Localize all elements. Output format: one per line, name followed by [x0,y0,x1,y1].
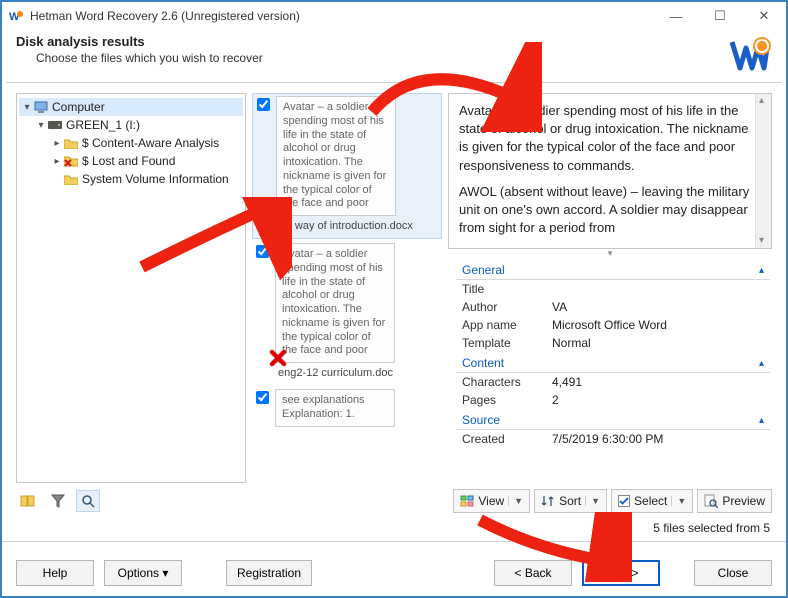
window-title: Hetman Word Recovery 2.6 (Unregistered v… [30,9,654,23]
tree-node-sysvol[interactable]: System Volume Information [19,170,243,188]
prop-template: TemplateNormal [456,334,770,352]
file-checkbox[interactable] [256,391,269,404]
folder-tree[interactable]: ▾ Computer ▾ GREEN_1 (I:) ▸ $ Content-Aw… [16,93,246,483]
preview-icon [704,494,718,508]
splitter-handle[interactable]: ▾ [448,249,772,257]
close-button[interactable]: Close [694,560,772,586]
status-text: 5 files selected from 5 [2,515,786,537]
thumbnail-text: Avatar – a soldier spending most of his … [283,101,386,209]
view-icon [460,495,474,507]
app-logo-icon [728,34,772,74]
file-checkbox[interactable] [256,245,269,258]
file-item[interactable]: Avatar – a soldier spending most of his … [252,93,442,239]
deleted-overlay-icon [271,203,287,219]
section-source[interactable]: Source▴ [456,409,770,430]
button-label: View [478,494,504,508]
page-title: Disk analysis results [16,34,728,49]
thumbnail-text: Avatar – a soldier spending most of his … [282,248,385,356]
document-preview[interactable]: Avatar – a soldier spending most of his … [448,93,772,249]
section-content[interactable]: Content▴ [456,352,770,373]
prop-pages: Pages2 [456,391,770,409]
section-general[interactable]: General▴ [456,259,770,280]
options-button[interactable]: Options ▾ [104,560,182,586]
preview-paragraph: AWOL (absent without leave) – leaving th… [459,183,753,238]
file-thumbnail: see explanations Explanation: 1. [275,389,395,427]
button-label: Preview [722,494,765,508]
file-name: By way of introduction.docx [257,220,413,232]
filter-icon[interactable] [46,490,70,512]
select-button[interactable]: Select▼ [611,489,693,513]
deleted-folder-icon [63,154,79,168]
search-icon[interactable] [76,490,100,512]
thumbnail-text: see explanations Explanation: 1. [282,394,365,420]
file-thumbnail: Avatar – a soldier spending most of his … [276,96,396,216]
folder-icon [63,172,79,186]
preview-paragraph: Avatar – a soldier spending most of his … [459,102,753,175]
titlebar: W Hetman Word Recovery 2.6 (Unregistered… [2,2,786,30]
tree-label: $ Content-Aware Analysis [82,136,219,150]
sort-button[interactable]: Sort▼ [534,489,607,513]
prop-author: AuthorVA [456,298,770,316]
tree-node-lost-found[interactable]: ▸ $ Lost and Found [19,152,243,170]
prop-app: App nameMicrosoft Office Word [456,316,770,334]
tree-label: Computer [52,100,105,114]
prop-title: Title [456,280,770,298]
checkbox-icon [618,495,630,507]
file-item[interactable]: Avatar – a soldier spending most of his … [252,241,442,385]
next-button[interactable]: Next > [582,560,660,586]
registration-button[interactable]: Registration [226,560,312,586]
page-subtitle: Choose the files which you wish to recov… [16,51,728,65]
button-label: Sort [559,494,581,508]
back-button[interactable]: < Back [494,560,572,586]
properties-panel: General▴ Title AuthorVA App nameMicrosof… [448,257,772,483]
maximize-button[interactable]: ☐ [698,2,742,30]
close-window-button[interactable]: ✕ [742,2,786,30]
app-icon: W [8,8,24,24]
tree-node-computer[interactable]: ▾ Computer [19,98,243,116]
help-button[interactable]: Help [16,560,94,586]
file-checkbox[interactable] [257,98,270,111]
sort-icon [541,494,555,508]
deleted-overlay-icon [270,350,286,366]
drive-icon [47,118,63,132]
tree-label: GREEN_1 (I:) [66,118,140,132]
computer-icon [33,100,49,114]
tree-label: System Volume Information [82,172,229,186]
tree-node-content-aware[interactable]: ▸ $ Content-Aware Analysis [19,134,243,152]
page-header: Disk analysis results Choose the files w… [2,30,786,82]
tree-label: $ Lost and Found [82,154,175,168]
file-list[interactable]: Avatar – a soldier spending most of his … [252,93,442,483]
prop-characters: Characters4,491 [456,373,770,391]
preview-button[interactable]: Preview [697,489,772,513]
file-name: eng2-12 curriculum.doc [256,367,393,379]
folder-icon [63,136,79,150]
file-item[interactable]: see explanations Explanation: 1. [252,387,442,433]
button-label: Select [634,494,667,508]
minimize-button[interactable]: — [654,2,698,30]
prop-created: Created7/5/2019 6:30:00 PM [456,430,770,448]
tree-node-drive[interactable]: ▾ GREEN_1 (I:) [19,116,243,134]
icon-button-a[interactable] [16,490,40,512]
file-thumbnail: Avatar – a soldier spending most of his … [275,243,395,363]
preview-scrollbar[interactable] [755,94,771,248]
view-button[interactable]: View▼ [453,489,530,513]
